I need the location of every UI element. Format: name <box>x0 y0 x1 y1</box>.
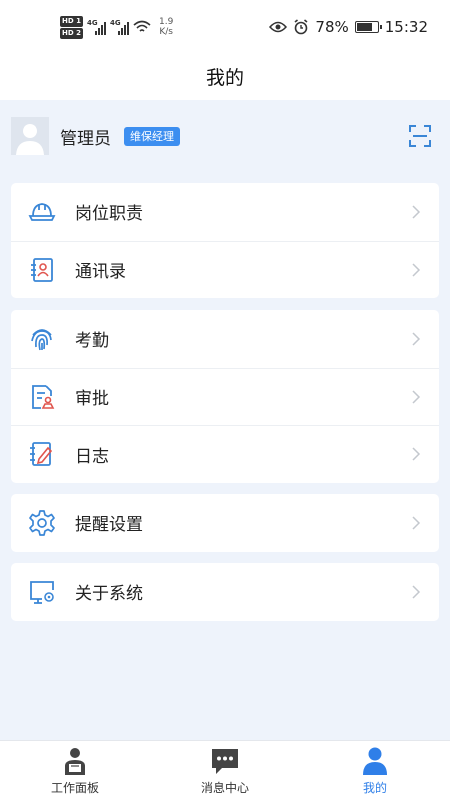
chat-bubble-icon <box>212 749 238 774</box>
log-icon <box>30 442 53 467</box>
worker-icon <box>65 748 85 775</box>
menu-label-log: 日志 <box>75 446 109 467</box>
chevron-right-icon <box>412 585 421 599</box>
monitor-settings-icon <box>30 580 54 604</box>
signal-icon: 4G <box>87 19 106 35</box>
menu-label-contacts: 通讯录 <box>75 262 126 283</box>
tab-mine[interactable]: 我的 <box>300 741 450 800</box>
eye-icon <box>269 21 288 33</box>
battery-icon <box>354 21 382 33</box>
battery-level <box>356 23 372 31</box>
menu-label-reminder-settings: 提醒设置 <box>75 515 143 536</box>
tab-label-mine: 我的 <box>362 781 387 795</box>
status-bar: HD 1 HD 2 4G 4G 1.9 K/s 78% 15:32 <box>0 0 450 52</box>
scan-icon[interactable] <box>408 124 432 148</box>
tab-messages[interactable]: 消息中心 <box>150 741 300 800</box>
clock: 15:32 <box>384 18 428 36</box>
network-type-2: 4G <box>109 19 121 27</box>
hd2-badge: HD 2 <box>60 27 83 39</box>
avatar[interactable] <box>11 117 49 155</box>
approval-icon <box>32 384 55 409</box>
contacts-icon <box>31 257 53 282</box>
user-icon <box>363 747 387 775</box>
chevron-right-icon <box>412 205 421 219</box>
menu-group-1: 岗位职责 通讯录 <box>11 183 439 298</box>
status-right: 78% 15:32 <box>269 14 428 40</box>
menu-item-log[interactable]: 日志 <box>11 425 439 483</box>
speed-value: 1.9 <box>158 17 174 27</box>
battery-percentage: 78% <box>315 18 349 36</box>
menu-group-3: 提醒设置 <box>11 494 439 552</box>
menu-item-job-duties[interactable]: 岗位职责 <box>11 183 439 241</box>
chevron-right-icon <box>412 390 421 404</box>
network-speed: 1.9 K/s <box>159 17 173 37</box>
status-left: HD 1 HD 2 4G 4G 1.9 K/s <box>60 14 173 40</box>
menu-group-4: 关于系统 <box>11 563 439 621</box>
bottom-tab-bar: 工作面板 消息中心 我的 <box>0 740 450 800</box>
menu-item-approval[interactable]: 审批 <box>11 367 439 426</box>
menu-label-approval: 审批 <box>75 389 109 410</box>
profile-header[interactable]: 管理员 维保经理 <box>0 100 450 172</box>
tab-label-workbench: 工作面板 <box>50 781 99 795</box>
menu-item-about-system[interactable]: 关于系统 <box>11 563 439 621</box>
default-avatar-icon <box>11 117 49 155</box>
chevron-right-icon <box>412 263 421 277</box>
alarm-icon <box>294 19 308 35</box>
title-bar: 我的 <box>0 52 450 100</box>
signal-icon-2: 4G <box>110 19 129 35</box>
role-badge: 维保经理 <box>124 127 180 146</box>
page-title: 我的 <box>205 66 244 89</box>
wifi-icon <box>133 20 151 32</box>
menu-item-contacts[interactable]: 通讯录 <box>11 240 439 299</box>
gear-icon <box>29 509 55 536</box>
chevron-right-icon <box>412 447 421 461</box>
helmet-icon <box>28 202 56 221</box>
menu-label-attendance: 考勤 <box>75 331 109 352</box>
user-name: 管理员 <box>60 129 111 149</box>
fingerprint-icon <box>31 328 52 350</box>
menu-group-2: 考勤 审批 日志 <box>11 310 439 483</box>
speed-unit: K/s <box>159 27 173 37</box>
chevron-right-icon <box>412 516 421 530</box>
menu-item-attendance[interactable]: 考勤 <box>11 310 439 368</box>
menu-label-about-system: 关于系统 <box>75 584 143 605</box>
menu-item-reminder-settings[interactable]: 提醒设置 <box>11 494 439 552</box>
tab-label-messages: 消息中心 <box>200 781 249 795</box>
hd1-badge: HD 1 <box>60 15 83 27</box>
menu-label-job-duties: 岗位职责 <box>75 204 143 225</box>
hd-indicators: HD 1 HD 2 <box>60 15 83 39</box>
network-type-1: 4G <box>86 19 98 27</box>
chevron-right-icon <box>412 332 421 346</box>
tab-workbench[interactable]: 工作面板 <box>0 741 150 800</box>
